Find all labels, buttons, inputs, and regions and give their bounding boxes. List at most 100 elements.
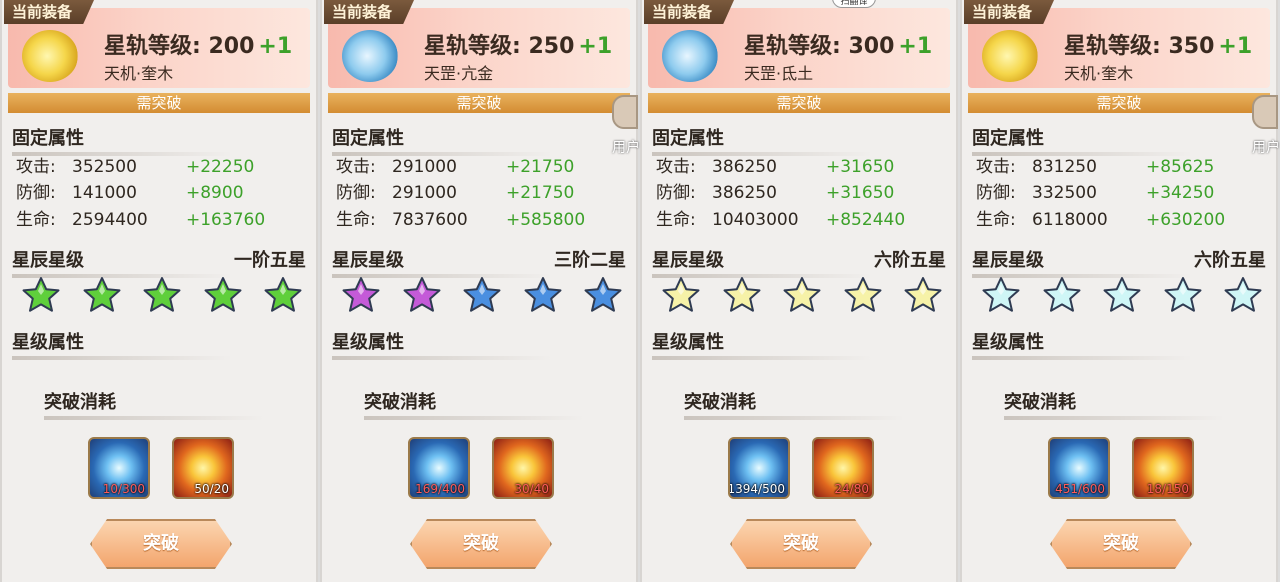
star-icon	[1164, 277, 1201, 312]
life-row: 生命: 2594400 +163760	[16, 210, 266, 230]
equipment-panel-3: 星轨等级: 300 +1 天罡·氐土 当前装备 需突破 固定属性 攻击: 38625…	[640, 0, 958, 582]
star-icon	[83, 277, 120, 312]
red-material-item[interactable]: 50/20	[172, 437, 234, 499]
star-track-level: 星轨等级: 300 +1	[744, 34, 933, 59]
equipment-subtitle: 天罡·氐土	[744, 64, 814, 83]
defense-row: 防御: 141000 +8900	[16, 183, 244, 203]
blue-teapot-icon	[342, 30, 398, 82]
life-row: 生命: 10403000 +852440	[656, 210, 906, 230]
star-icon	[204, 277, 241, 312]
level-plus: +1	[1218, 34, 1253, 59]
star-rank-value: 三阶二星	[554, 250, 626, 271]
red-material-item[interactable]: 24/80	[812, 437, 874, 499]
blue-material-item[interactable]: 1394/500	[728, 437, 790, 499]
blue-material-item[interactable]: 10/300	[88, 437, 150, 499]
equipment-panel-2: 星轨等级: 250 +1 天罡·亢金 当前装备 需突破 固定属性 攻击: 29100…	[320, 0, 638, 582]
side-user-label: 用户	[1252, 140, 1280, 156]
red-material-item[interactable]: 30/40	[492, 437, 554, 499]
star-icon	[1043, 277, 1080, 312]
blue-material-item[interactable]: 451/600	[1048, 437, 1110, 499]
attack-row: 攻击: 291000 +21750	[336, 157, 575, 177]
star-rank-value: 一阶五星	[234, 250, 306, 271]
star-rank-label: 星辰星级	[332, 246, 552, 278]
star-attr-label: 星级属性	[332, 328, 552, 360]
attack-row: 攻击: 831250 +85625	[976, 157, 1215, 177]
fixed-attr-label: 固定属性	[652, 124, 872, 156]
life-row: 生命: 7837600 +585800	[336, 210, 586, 230]
need-breakthrough-bar: 需突破	[8, 93, 310, 113]
blue-material-count: 451/600	[1055, 482, 1105, 496]
breakthrough-button[interactable]: 突破	[1050, 519, 1192, 569]
star-rank-label: 星辰星级	[972, 246, 1192, 278]
star-row	[22, 276, 302, 316]
blue-teapot-icon	[662, 30, 718, 82]
need-breakthrough-bar: 需突破	[648, 93, 950, 113]
level-plus: +1	[578, 34, 613, 59]
current-equip-tag: 当前装备	[4, 0, 95, 24]
equipment-subtitle: 天机·奎木	[104, 64, 174, 83]
star-rank-label: 星辰星级	[12, 246, 232, 278]
star-icon	[662, 277, 700, 312]
star-track-level: 星轨等级: 350 +1	[1064, 34, 1253, 59]
star-row	[982, 276, 1262, 316]
attack-row: 攻击: 352500 +22250	[16, 157, 255, 177]
break-cost-label: 突破消耗	[1004, 388, 1224, 420]
current-equip-tag: 当前装备	[324, 0, 415, 24]
fixed-attr-label: 固定属性	[972, 124, 1192, 156]
red-material-count: 30/40	[514, 482, 549, 496]
breakthrough-button[interactable]: 突破	[410, 519, 552, 569]
break-cost-label: 突破消耗	[364, 388, 584, 420]
equipment-subtitle: 天机·奎木	[1064, 64, 1134, 83]
current-equip-tag: 当前装备	[644, 0, 735, 24]
star-track-level: 星轨等级: 200 +1	[104, 34, 293, 59]
top-translate-hint[interactable]: 扫翻译	[832, 0, 876, 8]
break-cost-label: 突破消耗	[684, 388, 904, 420]
star-icon	[22, 277, 60, 312]
star-icon	[723, 277, 760, 312]
current-equip-tag: 当前装备	[964, 0, 1055, 24]
bell-icon	[612, 95, 638, 129]
star-attr-label: 星级属性	[652, 328, 872, 360]
star-icon	[982, 277, 1020, 312]
star-icon	[584, 277, 622, 312]
red-material-item[interactable]: 18/150	[1132, 437, 1194, 499]
blue-material-count: 169/400	[415, 482, 465, 496]
star-icon	[904, 277, 942, 312]
need-breakthrough-bar: 需突破	[968, 93, 1270, 113]
need-breakthrough-bar: 需突破	[328, 93, 630, 113]
star-icon	[264, 277, 302, 312]
red-material-count: 50/20	[194, 482, 229, 496]
star-icon	[844, 277, 881, 312]
star-track-level: 星轨等级: 250 +1	[424, 34, 613, 59]
star-icon	[463, 277, 501, 312]
attack-row: 攻击: 386250 +31650	[656, 157, 895, 177]
star-icon	[524, 277, 561, 312]
level-plus: +1	[258, 34, 293, 59]
defense-row: 防御: 332500 +34250	[976, 183, 1215, 203]
equipment-subtitle: 天罡·亢金	[424, 64, 494, 83]
defense-row: 防御: 291000 +21750	[336, 183, 575, 203]
breakthrough-button[interactable]: 突破	[90, 519, 232, 569]
star-icon	[143, 277, 181, 312]
blue-material-item[interactable]: 169/400	[408, 437, 470, 499]
screen: 星轨等级: 200 +1 天机·奎木 当前装备 需突破 固定属性 攻击: 35250…	[0, 0, 1280, 582]
fixed-attr-label: 固定属性	[12, 124, 232, 156]
star-attr-label: 星级属性	[12, 328, 232, 360]
breakthrough-button[interactable]: 突破	[730, 519, 872, 569]
star-rank-value: 六阶五星	[1194, 250, 1266, 271]
fixed-attr-label: 固定属性	[332, 124, 552, 156]
star-icon	[1224, 277, 1262, 312]
side-user-tab-1[interactable]: 用户	[612, 95, 640, 185]
star-attr-label: 星级属性	[972, 328, 1192, 360]
equipment-panel-4: 星轨等级: 350 +1 天机·奎木 当前装备 需突破 固定属性 攻击: 83125…	[960, 0, 1278, 582]
yellow-orb-icon	[22, 30, 78, 82]
break-cost-label: 突破消耗	[44, 388, 264, 420]
star-row	[662, 276, 942, 316]
star-icon	[1103, 277, 1141, 312]
star-icon	[403, 277, 440, 312]
blue-material-count: 1394/500	[728, 482, 785, 496]
star-icon	[783, 277, 821, 312]
star-rank-label: 星辰星级	[652, 246, 872, 278]
equipment-panel-1: 星轨等级: 200 +1 天机·奎木 当前装备 需突破 固定属性 攻击: 35250…	[0, 0, 318, 582]
side-user-tab-2[interactable]: 用户	[1252, 95, 1280, 185]
